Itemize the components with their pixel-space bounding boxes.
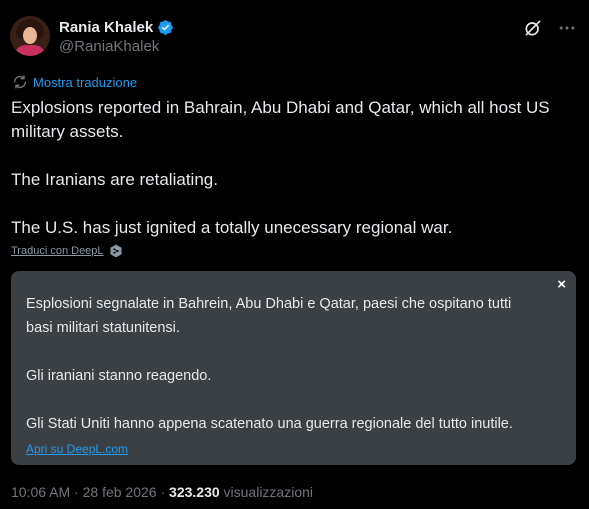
avatar-face xyxy=(23,27,37,44)
deepl-translation-panel: × Esplosioni segnalate in Bahrein, Abu D… xyxy=(11,271,576,465)
more-options-icon[interactable] xyxy=(557,18,577,38)
header-actions xyxy=(523,18,577,38)
deepl-paragraph: Gli iraniani stanno reagendo. xyxy=(26,368,212,384)
tweet-header: Rania Khalek @RaniaKhalek xyxy=(10,14,577,60)
verified-badge-icon xyxy=(158,19,173,35)
tweet-text: Explosions reported in Bahrain, Abu Dhab… xyxy=(11,96,571,240)
meta-separator: · xyxy=(156,484,170,500)
translate-with-deepl[interactable]: Traduci con DeepL xyxy=(11,244,123,258)
show-translation-row[interactable]: Mostra traduzione xyxy=(12,74,137,90)
deepl-paragraph: Esplosioni segnalate in Bahrein, Abu Dha… xyxy=(26,296,512,336)
author-block: Rania Khalek @RaniaKhalek xyxy=(59,17,174,55)
translate-with-deepl-label[interactable]: Traduci con DeepL xyxy=(11,245,104,257)
avatar[interactable] xyxy=(10,16,50,56)
views-count[interactable]: 323.230 xyxy=(169,484,220,500)
deepl-translation-text: Esplosioni segnalate in Bahrein, Abu Dha… xyxy=(26,292,536,436)
avatar-shirt xyxy=(14,45,46,56)
views-label: visualizzazioni xyxy=(223,484,314,500)
translate-icon xyxy=(14,75,26,89)
meta-separator: · xyxy=(70,484,83,500)
deepl-logo-icon xyxy=(110,244,122,258)
tweet-paragraph: Explosions reported in Bahrain, Abu Dhab… xyxy=(11,98,550,141)
tweet-meta: 10:06 AM · 28 feb 2026 · 323.230 visuali… xyxy=(11,484,313,500)
tweet-time[interactable]: 10:06 AM xyxy=(11,484,70,500)
close-icon[interactable]: × xyxy=(557,276,566,293)
open-on-deepl-link[interactable]: Apri su DeepL.com xyxy=(26,442,128,456)
tweet-paragraph: The Iranians are retaliating. xyxy=(11,170,218,189)
grok-icon[interactable] xyxy=(523,18,543,38)
deepl-paragraph: Gli Stati Uniti hanno appena scatenato u… xyxy=(26,416,513,432)
tweet-date[interactable]: 28 feb 2026 xyxy=(83,484,157,500)
author-handle[interactable]: @RaniaKhalek xyxy=(59,38,174,55)
tweet-paragraph: The U.S. has just ignited a totally unec… xyxy=(11,218,453,237)
show-translation-link[interactable]: Mostra traduzione xyxy=(33,75,137,90)
author-name-row: Rania Khalek xyxy=(59,17,174,37)
author-display-name[interactable]: Rania Khalek xyxy=(59,19,153,36)
